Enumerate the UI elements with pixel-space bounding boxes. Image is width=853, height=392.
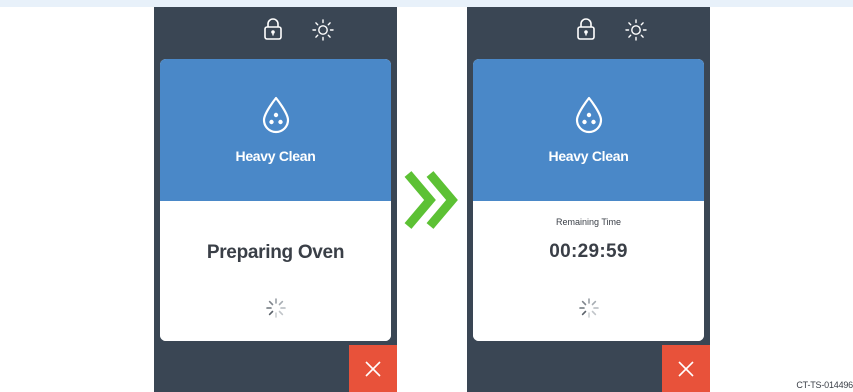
lock-icon[interactable] [576,18,596,40]
close-icon [678,360,694,377]
remaining-time-value: 00:29:59 [549,241,628,262]
loading-spinner-icon [579,298,599,318]
water-drop-icon [262,96,290,134]
cancel-button[interactable] [349,345,397,392]
status-bar [467,7,710,57]
program-card: Heavy Clean Remaining Time 00:29:59 [473,59,704,341]
water-drop-icon [575,96,603,134]
status-bar [154,7,397,57]
loading-spinner-icon [266,298,286,318]
close-icon [365,360,381,377]
program-body: Remaining Time 00:29:59 [473,201,704,341]
oven-screen-cleaning: Heavy Clean Remaining Time 00:29:59 [467,7,710,392]
oven-screen-preparing: Heavy Clean Preparing Oven [154,7,397,392]
brightness-icon[interactable] [311,18,335,42]
program-header: Heavy Clean [160,59,391,201]
lock-icon[interactable] [263,18,283,40]
remaining-time-label: Remaining Time [555,217,622,227]
program-body: Preparing Oven [160,201,391,341]
program-header: Heavy Clean [473,59,704,201]
program-title: Heavy Clean [548,148,629,164]
program-card: Heavy Clean Preparing Oven [160,59,391,341]
cancel-button[interactable] [662,345,710,392]
top-background-strip [0,0,853,7]
reference-code: CT-TS-014496 [796,380,853,390]
double-chevron-right-icon [404,171,458,229]
brightness-icon[interactable] [624,18,648,42]
status-message: Preparing Oven [206,242,345,263]
program-title: Heavy Clean [235,148,316,164]
